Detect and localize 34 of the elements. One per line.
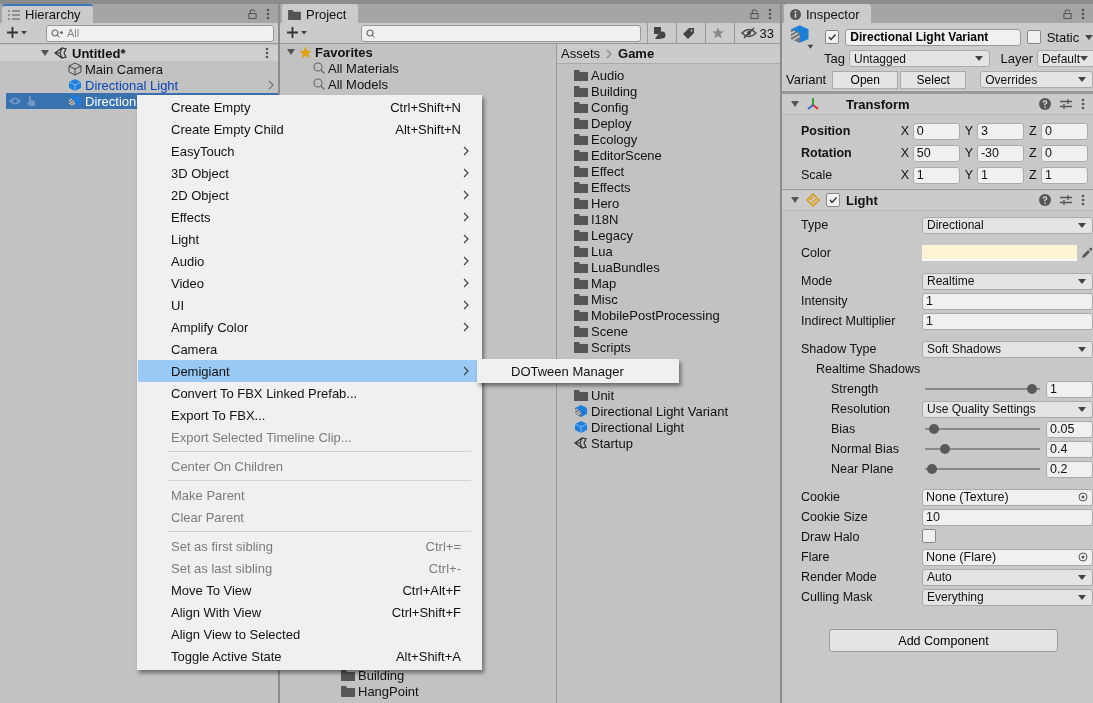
axis-label: Y — [964, 168, 975, 182]
property-label: Near Plane — [831, 462, 895, 476]
static-label: Static — [1046, 29, 1080, 45]
property-label: Shadow Type — [801, 342, 878, 356]
axis-label: X — [900, 124, 910, 138]
property-label: Cookie — [801, 490, 841, 504]
property-label: Flare — [801, 550, 831, 564]
property-label: Mode — [801, 274, 834, 288]
axis-label: Y — [964, 146, 975, 160]
tag-label: Tag — [824, 51, 845, 66]
property-label: Position — [801, 124, 852, 138]
property-label: Color — [801, 246, 832, 260]
axis-label: X — [900, 146, 910, 160]
axis-label: Z — [1028, 124, 1038, 138]
property-label: Normal Bias — [831, 442, 901, 456]
axis-label: Z — [1028, 146, 1038, 160]
variant-label: Variant — [786, 72, 827, 87]
property-label: Type — [801, 218, 830, 232]
property-label: Resolution — [831, 402, 892, 416]
layer-label: Layer — [1000, 51, 1033, 66]
property-label: Strength — [831, 382, 880, 396]
property-label: Bias — [831, 422, 857, 436]
property-label: Indirect Multiplier — [801, 314, 897, 328]
axis-label: Y — [964, 124, 975, 138]
property-label: Cookie Size — [801, 510, 869, 524]
property-label: Draw Halo — [801, 530, 861, 544]
section-label: Realtime Shadows — [816, 362, 921, 376]
property-label: Scale — [801, 168, 834, 182]
property-label: Render Mode — [801, 570, 878, 584]
property-label: Rotation — [801, 146, 853, 160]
property-label: Intensity — [801, 294, 849, 308]
property-label: Culling Mask — [801, 590, 874, 604]
axis-label: Z — [1028, 168, 1038, 182]
axis-label: X — [900, 168, 910, 182]
